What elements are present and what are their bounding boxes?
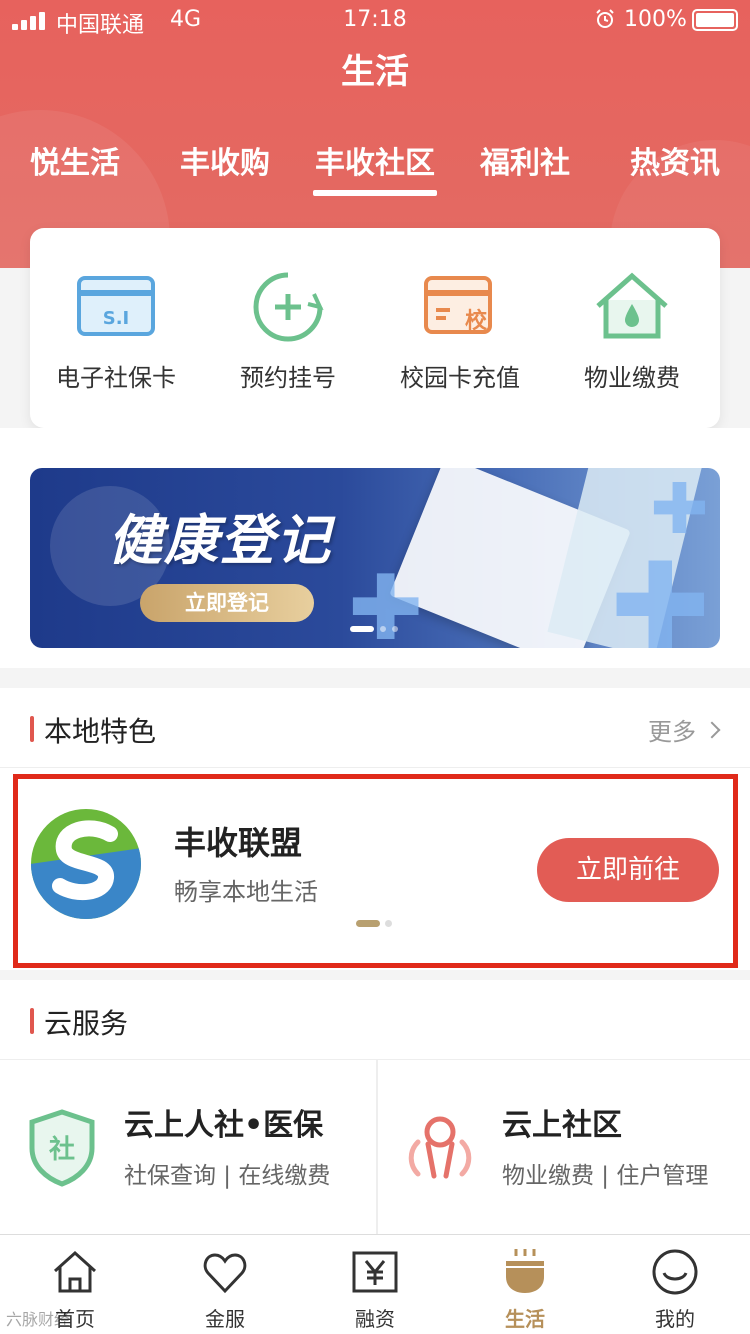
svg-text:S.I: S.I [103,308,130,329]
local-pagination [356,920,392,927]
cloud-services-section: 云服务 社 云上人社•医保 社保查询 | 在线缴费 云上社区 物业缴费 | 住户… [0,980,750,1236]
smile-icon [652,1249,698,1295]
tab-yue-shenghuo[interactable]: 悦生活 [0,138,150,182]
health-registration-banner[interactable]: ✚ ✚ ✚ 健康登记 立即登记 [30,468,720,648]
chevron-right-icon [703,721,721,738]
svg-text:社: 社 [49,1134,75,1165]
cup-icon [506,1249,544,1293]
tabbar-finance[interactable]: 金服 [150,1247,300,1332]
quick-social-security-card[interactable]: S.I 电子社保卡 [30,272,202,393]
community-people-icon [408,1116,472,1179]
tabbar-mine[interactable]: 我的 [600,1247,750,1332]
bottom-tab-bar: 首页 金服 融资 生活 我的 [0,1234,750,1334]
banner-headline: 健康登记 [108,509,332,572]
cloud-service-hr-medical[interactable]: 社 云上人社•医保 社保查询 | 在线缴费 [0,1060,374,1236]
plus-decoration: ✚ [650,468,709,550]
tab-fengshou-gou[interactable]: 丰收购 [150,138,300,182]
battery-percent: 100% [624,7,687,32]
local-feature-card[interactable]: 丰收联盟 畅享本地生活 立即前往 [0,768,750,968]
local-feature-desc: 畅享本地生活 [174,878,318,906]
campus-card-icon: 校 [424,276,492,334]
quick-appointment[interactable]: 预约挂号 [202,272,374,393]
cloud-service-community[interactable]: 云上社区 物业缴费 | 住户管理 [376,1060,750,1236]
quick-property-fee[interactable]: 物业缴费 [546,272,718,393]
quick-label: 物业缴费 [584,364,680,392]
home-icon [53,1250,97,1293]
watermark: 六脉财经 [6,1310,71,1329]
local-feature-name: 丰收联盟 [174,824,303,862]
quick-label: 校园卡充值 [400,364,520,392]
plus-decoration: ✚ [348,556,424,648]
yuan-icon [352,1251,398,1293]
banner-section: ✚ ✚ ✚ 健康登记 立即登记 [0,428,750,668]
quick-label: 预约挂号 [240,364,336,392]
more-link[interactable]: 更多 [648,712,721,747]
go-now-button[interactable]: 立即前往 [537,838,719,902]
heart-icon [203,1253,247,1294]
section-header: 本地特色 更多 [0,688,750,768]
tab-fengshou-shequ[interactable]: 丰收社区 [300,138,450,196]
battery-icon [692,9,738,31]
alarm-icon [596,9,614,28]
cloud-services-grid: 社 云上人社•医保 社保查询 | 在线缴费 云上社区 物业缴费 | 住户管理 [0,1060,750,1236]
section-title: 本地特色 [44,715,157,748]
cloud-service-title: 云上人社•医保 [124,1108,324,1143]
status-bar: 中国联通 4G 17:18 100% [0,0,750,40]
tabbar-life[interactable]: 生活 [450,1247,600,1332]
shield-she-icon: 社 [29,1109,95,1187]
plus-decoration: ✚ [610,538,711,648]
tab-fuli-she[interactable]: 福利社 [450,138,600,182]
quick-campus-card[interactable]: 校 校园卡充值 [374,272,546,393]
tab-re-zixun[interactable]: 热资讯 [600,138,750,182]
house-water-drop-icon [596,272,668,339]
quick-actions-card: S.I 电子社保卡 预约挂号 校 校园卡充值 物业缴费 [30,228,720,428]
cloud-service-subtitle: 物业缴费 | 住户管理 [502,1163,709,1189]
fengshou-alliance-logo [31,809,141,919]
social-security-card-icon: S.I [77,276,155,336]
cloud-service-subtitle: 社保查询 | 在线缴费 [124,1163,331,1189]
svg-text:校: 校 [465,308,488,334]
section-title: 云服务 [44,1007,129,1040]
register-now-button[interactable]: 立即登记 [140,584,314,622]
section-header: 云服务 [0,980,750,1060]
category-tabs: 悦生活 丰收购 丰收社区 福利社 热资讯 [0,138,750,198]
tabbar-financing[interactable]: 融资 [300,1247,450,1332]
banner-pagination [350,626,398,632]
page-title: 生活 [341,52,409,92]
appointment-plus-icon [253,272,324,342]
cloud-service-title: 云上社区 [502,1108,622,1143]
local-features-section: 本地特色 更多 丰收联盟 畅享本地生活 立即前往 [0,688,750,970]
quick-label: 电子社保卡 [56,364,176,392]
